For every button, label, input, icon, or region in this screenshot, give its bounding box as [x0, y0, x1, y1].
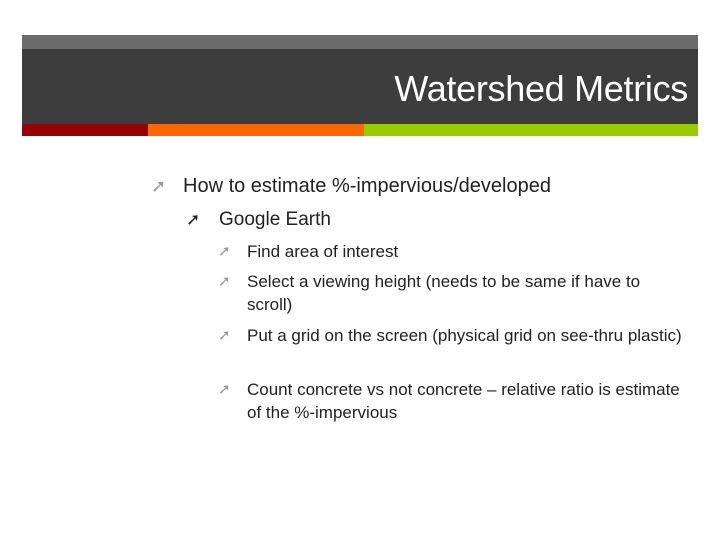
accent-strip-orange — [148, 124, 364, 136]
bullet-level3: ➚ Count concrete vs not concrete – relat… — [218, 378, 687, 424]
bullet-text: Put a grid on the screen (physical grid … — [247, 326, 682, 345]
arrow-bullet-icon: ➚ — [218, 327, 231, 344]
bullet-level3: ➚ Put a grid on the screen (physical gri… — [218, 324, 687, 347]
bullet-level3: ➚ Find area of interest — [218, 240, 687, 263]
arrow-bullet-icon: ➚ — [186, 210, 201, 229]
bullet-level1: ➚ How to estimate %-impervious/developed — [151, 174, 551, 198]
accent-strip-green — [364, 124, 698, 136]
arrow-bullet-icon: ➚ — [218, 243, 231, 260]
header-top-bar — [22, 35, 698, 49]
bullet-text: Find area of interest — [247, 242, 399, 261]
bullet-level3: ➚ Select a viewing height (needs to be s… — [218, 270, 687, 316]
accent-strip-red — [22, 124, 148, 136]
bullet-text: Google Earth — [219, 209, 331, 230]
bullet-text: Count concrete vs not concrete – relativ… — [247, 380, 680, 422]
bullet-level2: ➚ Google Earth — [186, 208, 331, 232]
bullet-text: How to estimate %-impervious/developed — [183, 175, 551, 197]
header-bar: Watershed Metrics — [22, 49, 698, 124]
arrow-bullet-icon: ➚ — [218, 381, 231, 398]
arrow-bullet-icon: ➚ — [151, 176, 167, 196]
bullet-text: Select a viewing height (needs to be sam… — [247, 272, 641, 314]
slide-title: Watershed Metrics — [394, 68, 688, 109]
arrow-bullet-icon: ➚ — [218, 273, 231, 290]
